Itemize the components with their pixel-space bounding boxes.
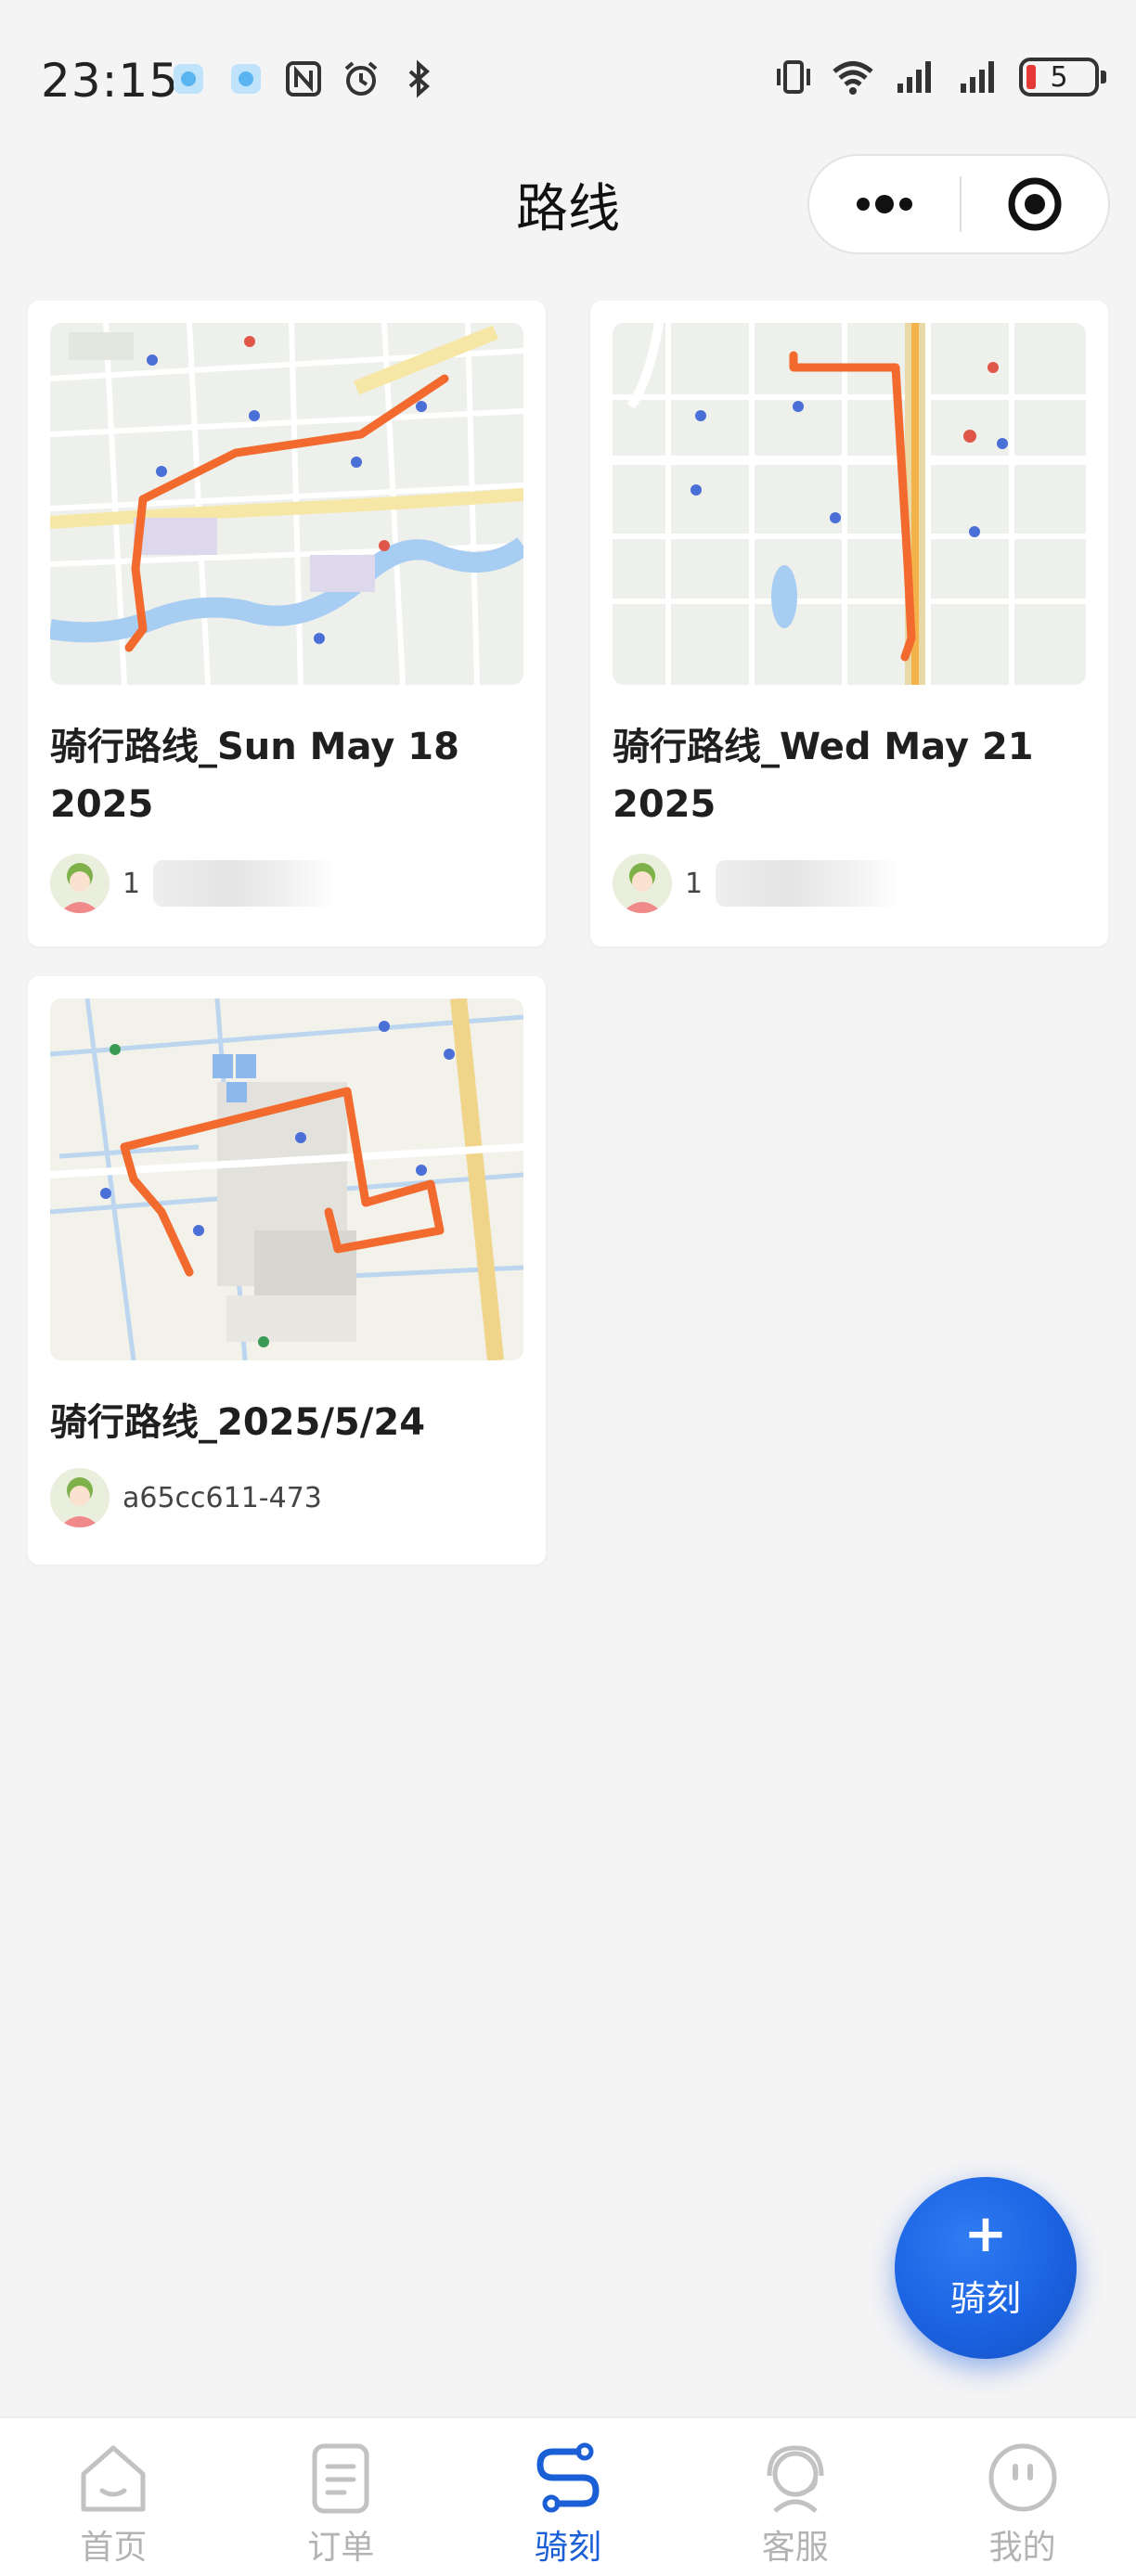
- route-title: 骑行路线_Wed May 21 2025: [613, 726, 1034, 826]
- alarm-icon: [344, 61, 378, 96]
- app-notification-icon: [231, 64, 261, 94]
- status-bar: 23:15 5: [0, 0, 1136, 167]
- tab-label: 首页: [80, 2529, 148, 2567]
- tab-home[interactable]: 首页: [0, 2418, 227, 2576]
- customer-service-icon: [767, 2445, 824, 2513]
- more-dots-icon: [857, 195, 912, 213]
- nfc-icon: [286, 61, 321, 97]
- battery-indicator: 5: [1019, 58, 1106, 97]
- battery-level: 5: [1050, 60, 1068, 94]
- bluetooth-icon: [408, 59, 431, 98]
- avatar: [50, 1468, 110, 1527]
- blurred-user-name: [153, 860, 340, 907]
- route-title: 骑行路线_Sun May 18 2025: [50, 726, 459, 826]
- route-card[interactable]: 骑行路线_Sun May 18 2025 1: [28, 301, 546, 947]
- route-icon: [536, 2442, 600, 2513]
- close-button[interactable]: [962, 156, 1108, 252]
- new-ride-button[interactable]: + 骑刻: [895, 2177, 1077, 2359]
- tab-label: 订单: [307, 2529, 375, 2567]
- route-map-thumbnail: [50, 998, 523, 1360]
- user-name: a65cc611-473: [123, 1481, 322, 1514]
- status-time: 23:15: [41, 54, 180, 108]
- blurred-user-name: [716, 860, 902, 907]
- tab-label: 客服: [761, 2529, 829, 2567]
- profile-icon: [988, 2443, 1057, 2512]
- route-title: 骑行路线_2025/5/24: [50, 1401, 426, 1444]
- user-name-prefix: 1: [123, 867, 141, 900]
- user-name-prefix: 1: [685, 867, 704, 900]
- route-map-thumbnail: [613, 323, 1086, 685]
- plus-icon: +: [963, 2204, 1008, 2264]
- order-list-icon: [312, 2443, 369, 2514]
- mini-program-capsule: [807, 154, 1110, 254]
- route-owner: a65cc611-473: [50, 1468, 322, 1527]
- more-button[interactable]: [809, 156, 960, 252]
- signal-icon: [961, 61, 994, 93]
- route-card[interactable]: 骑行路线_Wed May 21 2025 1: [590, 301, 1108, 947]
- app-notification-icon: [174, 64, 203, 94]
- avatar: [50, 854, 110, 913]
- new-ride-label: 骑刻: [949, 2278, 1021, 2319]
- tab-customer-service[interactable]: 客服: [681, 2418, 909, 2576]
- wifi-icon: [833, 61, 873, 95]
- tab-orders[interactable]: 订单: [227, 2418, 455, 2576]
- bottom-tab-bar: 首页 订单 骑刻 客服 我的: [0, 2416, 1136, 2576]
- route-owner: 1: [613, 854, 902, 913]
- tab-label: 我的: [988, 2529, 1056, 2567]
- tab-label: 骑刻: [534, 2529, 601, 2567]
- signal-icon: [897, 61, 931, 93]
- route-card[interactable]: 骑行路线_2025/5/24 a65cc611-473: [28, 976, 546, 1565]
- tab-profile[interactable]: 我的: [909, 2418, 1136, 2576]
- target-circle-icon: [1008, 177, 1062, 231]
- route-owner: 1: [50, 854, 340, 913]
- vibrate-icon: [777, 60, 810, 94]
- route-map-thumbnail: [50, 323, 523, 685]
- tab-rides[interactable]: 骑刻: [455, 2418, 682, 2576]
- avatar: [613, 854, 672, 913]
- home-icon: [81, 2445, 146, 2512]
